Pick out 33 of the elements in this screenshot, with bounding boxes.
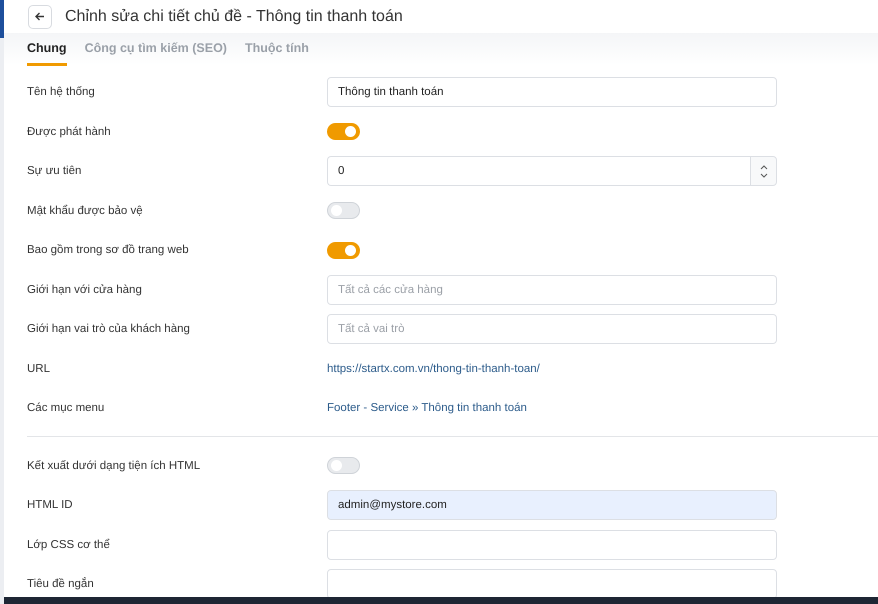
field-label: Sự ưu tiên: [27, 165, 82, 178]
field-label: Lớp CSS cơ thể: [27, 538, 111, 551]
field-label: Giới hạn vai trò của khách hàng: [27, 323, 191, 336]
down-icon[interactable]: [760, 172, 768, 178]
spinner[interactable]: [750, 156, 777, 186]
field-label: Tiêu đề ngắn: [27, 578, 95, 590]
tab[interactable]: Chung: [27, 33, 67, 66]
field-label: Giới hạn với cửa hàng: [27, 284, 143, 296]
field-label: Tên hệ thống: [27, 86, 96, 98]
select-field[interactable]: Tất cả các cửa hàng: [327, 274, 777, 305]
text-field[interactable]: Thông tin thanh toán: [327, 77, 777, 108]
field-label: Bao gồm trong sơ đồ trang web: [27, 244, 190, 256]
field-label: Mật khẩu được bảo vệ: [27, 204, 144, 217]
text-field[interactable]: [327, 569, 777, 600]
field-label: Kết xuất dưới dạng tiện ích HTML: [27, 460, 202, 472]
toggle-switch[interactable]: [327, 202, 360, 220]
text-field[interactable]: [327, 530, 777, 560]
field-label: Được phát hành: [27, 126, 112, 138]
text-field[interactable]: admin@mystore.com: [327, 490, 777, 520]
page-title: Chỉnh sửa chi tiết chủ đề - Thông tin thanh toán: [65, 8, 403, 26]
select-field[interactable]: Tất cả vai trò: [327, 314, 777, 344]
up-icon[interactable]: [760, 164, 768, 170]
field-label: URL: [27, 362, 52, 375]
toggle-switch[interactable]: [327, 242, 360, 259]
link[interactable]: https://startx.com.vn/thong-tin-thanh-toan/: [327, 362, 540, 375]
field-label: Các mục menu: [27, 402, 106, 414]
number-field[interactable]: 0: [327, 156, 750, 186]
arrow-left-icon: [35, 12, 45, 22]
toggle-switch[interactable]: [327, 457, 360, 474]
link[interactable]: Footer - Service » Thông tin thanh toán: [327, 402, 527, 414]
back-button[interactable]: [28, 4, 52, 29]
field-label: HTML ID: [27, 499, 74, 512]
toggle-switch[interactable]: [327, 123, 360, 140]
